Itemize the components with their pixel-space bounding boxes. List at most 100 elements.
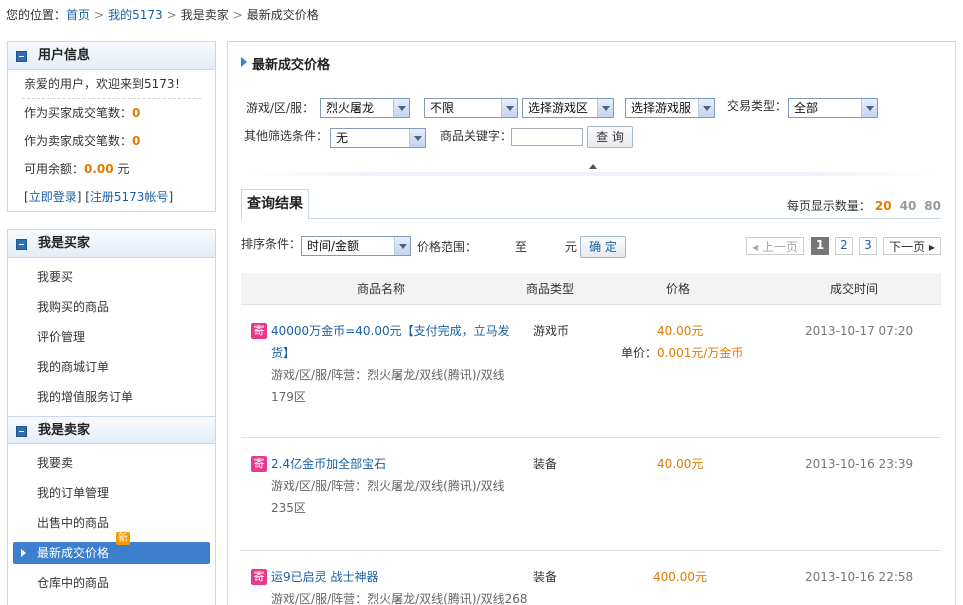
col-header-price: 价格	[666, 282, 691, 296]
sidebar-item-sell[interactable]: 我要卖	[8, 448, 215, 478]
sidebar-item-on-sale[interactable]: 出售中的商品	[8, 508, 215, 538]
sort-label: 排序条件：	[241, 237, 302, 251]
product-name-link[interactable]: 2.4亿金币加全部宝石	[271, 453, 516, 475]
sidebar-item-warehouse[interactable]: 仓库中的商品	[8, 568, 215, 598]
trade-time: 2013-10-17 07:20	[805, 324, 914, 338]
next-page-button[interactable]: 下一页 ▸	[883, 237, 941, 255]
user-info-title: 用户信息	[38, 48, 91, 63]
user-info-header[interactable]: 用户信息	[8, 42, 215, 70]
welcome-text: 亲爱的用户，欢迎来到5173！	[24, 77, 187, 91]
trade-type-value: 全部	[794, 101, 819, 115]
col-header-time: 成交时间	[830, 282, 879, 296]
sidebar-item-order-mgmt[interactable]: 我的订单管理	[8, 478, 215, 508]
prev-page-label: 上一页	[761, 240, 798, 254]
login-link[interactable]: 立即登录	[29, 190, 77, 204]
collapse-icon[interactable]	[16, 51, 27, 62]
unit-price-value: 0.001元/万金币	[657, 346, 744, 360]
area-select[interactable]: 选择游戏区	[522, 98, 614, 118]
product-type: 装备	[533, 457, 558, 471]
search-button[interactable]: 查 询	[587, 126, 633, 148]
sidebar-item-mall-orders[interactable]: 我的商城订单	[8, 352, 215, 382]
per-page-40[interactable]: 40	[900, 199, 917, 213]
price-range-label: 价格范围：	[417, 240, 478, 254]
page-title: 最新成交价格	[241, 54, 330, 73]
breadcrumb-current: 最新成交价格	[246, 8, 319, 22]
chevron-right-icon: >	[232, 8, 243, 22]
product-name-link[interactable]: 运9已启灵 战士神器	[271, 566, 516, 588]
product-type: 游戏币	[533, 324, 570, 338]
sidebar-item-vas-orders[interactable]: 我的增值服务订单	[8, 382, 215, 412]
product-desc: 游戏/区/服/阵营：烈火屠龙/双线(腾讯)/双线268	[271, 592, 528, 605]
collapse-icon[interactable]	[16, 426, 27, 437]
divider	[242, 172, 941, 176]
price-unit: 元	[565, 240, 578, 254]
product-desc: 游戏/区/服/阵营：烈火屠龙/双线(腾讯)/双线235区	[271, 479, 505, 515]
prev-page-button[interactable]: ◂ 上一页	[746, 237, 804, 255]
balance-unit: 元	[117, 162, 130, 176]
product-type: 装备	[533, 570, 558, 584]
sidebar-item-buy[interactable]: 我要买	[8, 262, 215, 292]
breadcrumb-my5173-link[interactable]: 我的5173	[108, 8, 163, 22]
seller-count-value: 0	[132, 134, 141, 148]
consign-badge: 寄	[251, 323, 267, 339]
seller-count-label: 作为卖家成交笔数：	[24, 134, 133, 148]
game-label: 游戏/区/服：	[246, 101, 315, 115]
trade-type-select[interactable]: 全部	[788, 98, 878, 118]
keyword-label: 商品关键字：	[440, 129, 513, 143]
per-page-80[interactable]: 80	[924, 199, 941, 213]
balance-line: 可用余额：0.00 元	[8, 155, 215, 183]
product-name-link[interactable]: 40000万金币=40.00元【支付完成，立马发货】	[271, 320, 516, 364]
unit-price-line: 单价：0.001元/万金币	[621, 342, 743, 364]
tab-results[interactable]: 查询结果	[241, 189, 309, 220]
price-max-input[interactable]	[529, 238, 563, 256]
collapse-icon[interactable]	[16, 239, 27, 250]
results-tabbar: 查询结果 每页显示数量： 20 40 80	[241, 189, 941, 220]
confirm-button[interactable]: 确 定	[580, 236, 626, 258]
register-link[interactable]: 注册5173帐号	[90, 190, 169, 204]
table-row: 寄 40000万金币=40.00元【支付完成，立马发货】 游戏/区/服/阵营：烈…	[241, 306, 941, 438]
filter-select[interactable]: 不限	[424, 98, 518, 118]
user-info-panel: 用户信息 亲爱的用户，欢迎来到5173！ 作为买家成交笔数：0 作为卖家成交笔数…	[7, 41, 216, 212]
area-select-value: 选择游戏区	[528, 101, 589, 115]
seller-menu-header[interactable]: 我是卖家	[8, 416, 215, 444]
col-header-name: 商品名称	[357, 282, 406, 296]
seller-count-line: 作为卖家成交笔数：0	[8, 127, 215, 155]
game-select[interactable]: 烈火屠龙	[320, 98, 410, 118]
page-3-button[interactable]: 3	[859, 237, 877, 255]
table-row: 寄 运9已启灵 战士神器 游戏/区/服/阵营：烈火屠龙/双线(腾讯)/双线268…	[241, 552, 941, 605]
sort-select[interactable]: 时间/金额	[301, 236, 411, 256]
server-select[interactable]: 选择游戏服	[625, 98, 715, 118]
next-page-label: 下一页	[889, 240, 926, 254]
breadcrumb-home-link[interactable]: 首页	[66, 8, 90, 22]
per-page-20[interactable]: 20	[875, 199, 892, 213]
chevron-down-icon	[698, 99, 714, 117]
sidebar-item-purchased[interactable]: 我购买的商品	[8, 292, 215, 322]
collapse-up-icon[interactable]	[589, 164, 597, 169]
consign-badge: 寄	[251, 456, 267, 472]
chevron-down-icon	[861, 99, 877, 117]
seller-menu-title: 我是卖家	[38, 423, 91, 438]
price-min-input[interactable]	[480, 238, 514, 256]
sort-select-value: 时间/金额	[307, 239, 360, 253]
sidebar-item-reviews[interactable]: 评价管理	[8, 322, 215, 352]
buyer-menu-header[interactable]: 我是买家	[8, 230, 215, 258]
chevron-down-icon	[597, 99, 613, 117]
sidebar-item-latest-prices[interactable]: 最新成交价格 新	[13, 532, 210, 564]
chevron-right-icon: >	[166, 8, 177, 22]
chevron-right-icon: >	[94, 8, 105, 22]
chevron-down-icon	[394, 237, 410, 255]
sidebar-item-label: 最新成交价格	[37, 546, 110, 560]
col-header-type: 商品类型	[526, 282, 575, 296]
auth-links: [立即登录] [注册5173帐号]	[24, 190, 174, 204]
product-price: 400.00元	[653, 570, 707, 584]
other-filter-select[interactable]: 无	[330, 128, 426, 148]
consign-badge: 寄	[251, 569, 267, 585]
chevron-down-icon	[393, 99, 409, 117]
keyword-input[interactable]	[511, 128, 583, 146]
other-filter-value: 无	[336, 131, 349, 145]
page-2-button[interactable]: 2	[835, 237, 853, 255]
page-1-button[interactable]: 1	[811, 237, 829, 255]
balance-label: 可用余额：	[24, 162, 85, 176]
per-page-selector: 每页显示数量： 20 40 80	[787, 197, 941, 214]
balance-value: 0.00	[84, 162, 114, 176]
